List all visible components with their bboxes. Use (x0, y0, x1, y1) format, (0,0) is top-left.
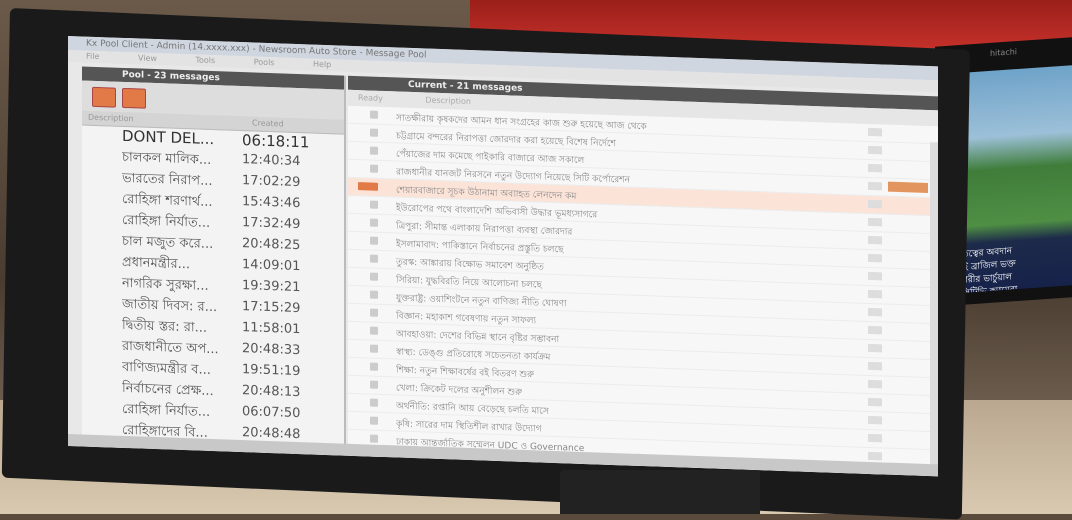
pool-item-time: 17:02:29 (242, 173, 301, 191)
message-list: সাতক্ষীরায় কৃষকদের আমন ধান সংগ্রহের কাজ… (348, 105, 938, 477)
message-icon (370, 146, 378, 155)
pool-item-time: 14:09:01 (242, 257, 301, 275)
message-icon (370, 380, 378, 389)
status-flag (868, 307, 882, 317)
status-flag (868, 199, 882, 209)
message-icon (370, 110, 378, 119)
pool-item-time: 20:48:33 (242, 341, 301, 359)
pool-item-time: 20:48:13 (242, 383, 301, 401)
message-icon (370, 344, 378, 353)
status-flag (868, 379, 882, 389)
status-flag (868, 433, 882, 443)
pool-item-time: 15:43:46 (242, 194, 301, 212)
pool-item-time: 17:15:29 (242, 299, 301, 317)
status-flag (868, 235, 882, 245)
message-icon (358, 182, 378, 191)
menu-file[interactable]: File (86, 52, 99, 61)
copy-button[interactable] (122, 87, 146, 109)
status-flag (868, 451, 882, 461)
menu-view[interactable]: View (138, 53, 157, 63)
message-icon (370, 254, 378, 263)
message-icon (370, 218, 378, 227)
pool-item-time: 17:32:49 (242, 215, 301, 233)
scrollbar[interactable] (930, 142, 938, 473)
message-icon (370, 434, 378, 443)
pool-item-time: 11:58:01 (242, 320, 301, 338)
move-button[interactable] (92, 86, 116, 108)
screen: Kx Pool Client - Admin (14.xxxx.xxx) - N… (68, 36, 938, 477)
pool-item-time: 20:48:25 (242, 236, 301, 254)
column-description[interactable]: Description (425, 95, 471, 106)
tv-ticker: কৃতিত্বের অবদান তেই ব্রাজিল ভক্ত সকারীর … (953, 241, 1072, 293)
pool-item-time: 06:18:11 (242, 131, 310, 152)
pool-item-title: DONT DEL... (122, 126, 215, 149)
status-flag (868, 181, 882, 191)
message-icon (370, 272, 378, 281)
status-flag (868, 415, 882, 425)
menu-pools[interactable]: Pools (254, 57, 275, 67)
message-icon (370, 200, 378, 209)
pool-item-time: 19:39:21 (242, 278, 301, 296)
message-icon (370, 362, 378, 371)
column-description[interactable]: Description (88, 113, 134, 124)
status-flag (868, 361, 882, 371)
message-icon (370, 164, 378, 173)
status-flag (868, 145, 882, 155)
message-icon (370, 128, 378, 137)
current-pane: Current - 21 messages Ready Description … (348, 75, 938, 477)
status-flag (868, 253, 882, 263)
message-icon (370, 236, 378, 245)
pool-item-time: 12:40:34 (242, 152, 301, 170)
status-flag (868, 343, 882, 353)
menu-tools[interactable]: Tools (195, 55, 215, 65)
pool-pane: Pool - 23 messages Description Created D… (82, 66, 346, 476)
status-flag (868, 325, 882, 335)
message-icon (370, 416, 378, 425)
pool-list: DONT DEL... 06:18:11 চালকল মালিক... 12:40:3… (82, 125, 344, 476)
message-icon (370, 290, 378, 299)
message-icon (370, 326, 378, 335)
status-flag (868, 127, 882, 137)
pool-item-time: 06:07:50 (242, 404, 301, 422)
menu-help[interactable]: Help (313, 60, 331, 70)
pool-item-time: 19:51:19 (242, 362, 301, 380)
status-flag (868, 397, 882, 407)
status-flag (868, 163, 882, 173)
message-icon (370, 398, 378, 407)
status-flag (868, 289, 882, 299)
column-ready[interactable]: Ready (358, 93, 383, 103)
status-flag (868, 217, 882, 227)
column-created[interactable]: Created (252, 118, 284, 128)
tv-screen: কৃতিত্বের অবদান তেই ব্রাজিল ভক্ত সকারীর … (953, 65, 1072, 294)
highlight-marker (888, 181, 928, 194)
status-flag (868, 271, 882, 281)
monitor-stand (560, 470, 760, 514)
message-icon (370, 308, 378, 317)
